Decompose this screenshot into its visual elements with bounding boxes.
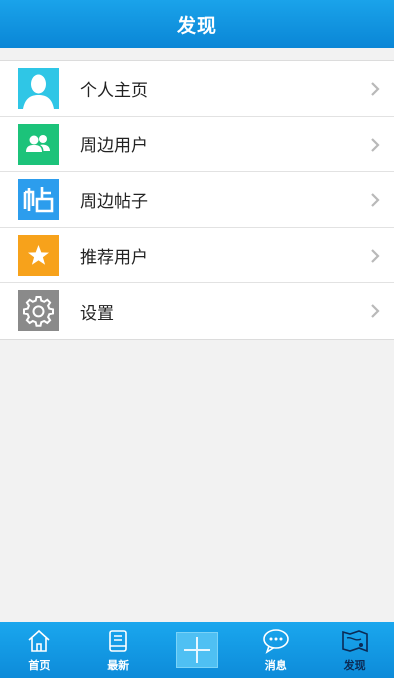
menu-item-label: 推荐用户 bbox=[80, 247, 148, 268]
chevron-right-icon bbox=[371, 137, 380, 152]
chevron-right-icon bbox=[371, 82, 380, 96]
tab-discover[interactable]: 发现 bbox=[315, 622, 394, 678]
menu-item-label: 个人主页 bbox=[80, 80, 148, 101]
tab-label: 最新 bbox=[107, 659, 130, 672]
menu-item-recommended-users[interactable]: 推荐用户 bbox=[0, 228, 394, 284]
chevron-right-icon bbox=[371, 304, 380, 319]
menu-item-settings[interactable]: 设置 bbox=[0, 283, 394, 339]
tab-label: 消息 bbox=[264, 659, 287, 672]
home-icon bbox=[28, 629, 50, 652]
menu-item-label: 周边帖子 bbox=[80, 191, 148, 212]
map-icon bbox=[341, 630, 368, 653]
app-header: 发现 bbox=[0, 0, 394, 48]
chevron-right-icon bbox=[371, 193, 380, 207]
menu-item-profile[interactable]: 个人主页 bbox=[0, 61, 394, 117]
menu-item-nearby-posts[interactable]: 周边帖子 bbox=[0, 172, 394, 228]
person-icon bbox=[18, 68, 59, 109]
tab-home[interactable]: 首页 bbox=[0, 622, 79, 678]
tab-compose[interactable] bbox=[158, 622, 237, 678]
bottom-tab-bar: 首页 最新 消息 发现 bbox=[0, 622, 394, 678]
tab-label: 首页 bbox=[28, 659, 51, 672]
plus-icon bbox=[175, 632, 218, 668]
star-icon bbox=[18, 234, 59, 276]
menu-item-label: 周边用户 bbox=[80, 136, 148, 157]
menu-item-nearby-users[interactable]: 周边用户 bbox=[0, 117, 394, 173]
chat-icon bbox=[262, 629, 289, 654]
tab-messages[interactable]: 消息 bbox=[236, 622, 315, 678]
book-icon bbox=[109, 630, 127, 652]
users-icon bbox=[18, 123, 59, 165]
chevron-right-icon bbox=[371, 249, 380, 263]
gear-icon bbox=[18, 290, 59, 332]
page-title: 发现 bbox=[176, 14, 217, 37]
menu-item-label: 设置 bbox=[80, 303, 114, 324]
tab-latest[interactable]: 最新 bbox=[79, 622, 158, 678]
tab-label: 发现 bbox=[343, 659, 366, 672]
discover-menu: 个人主页 周边用户 周边帖子 推荐用户 设置 bbox=[0, 60, 394, 340]
post-icon bbox=[18, 179, 59, 221]
